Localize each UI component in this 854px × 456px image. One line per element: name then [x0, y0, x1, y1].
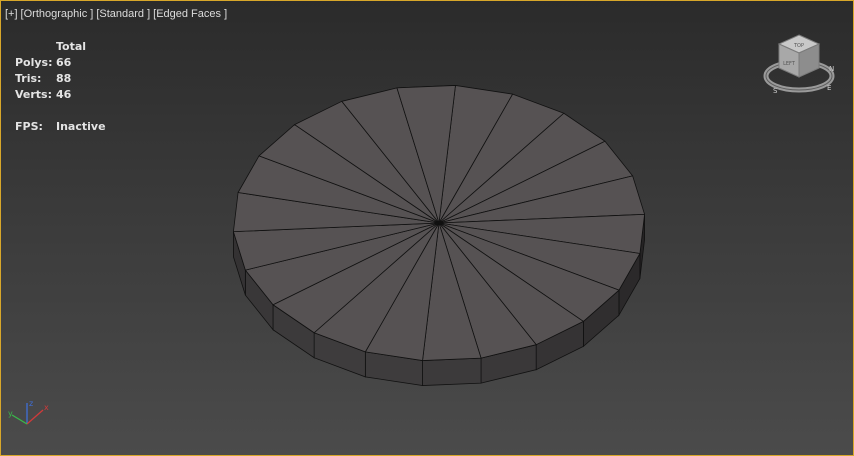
viewcube-left-label: LEFT: [783, 61, 796, 67]
compass-label-n: N: [829, 65, 834, 73]
compass-label-s: S: [773, 87, 778, 95]
viewcube-icon[interactable]: TOP LEFT S E N: [759, 31, 839, 101]
viewport[interactable]: [+] [Orthographic ] [Standard ] [Edged F…: [0, 0, 854, 456]
compass-label-e: E: [827, 84, 831, 92]
axis-tripod-icon: x y z: [8, 399, 49, 425]
cylinder-side-face: [422, 357, 482, 386]
axis-z-label: z: [29, 399, 33, 408]
scene-canvas[interactable]: [1, 1, 853, 455]
axis-y-label: y: [8, 409, 13, 418]
cylinder-object[interactable]: [233, 85, 645, 387]
axis-x-label: x: [44, 403, 49, 412]
viewcube-top-label: TOP: [793, 43, 804, 49]
